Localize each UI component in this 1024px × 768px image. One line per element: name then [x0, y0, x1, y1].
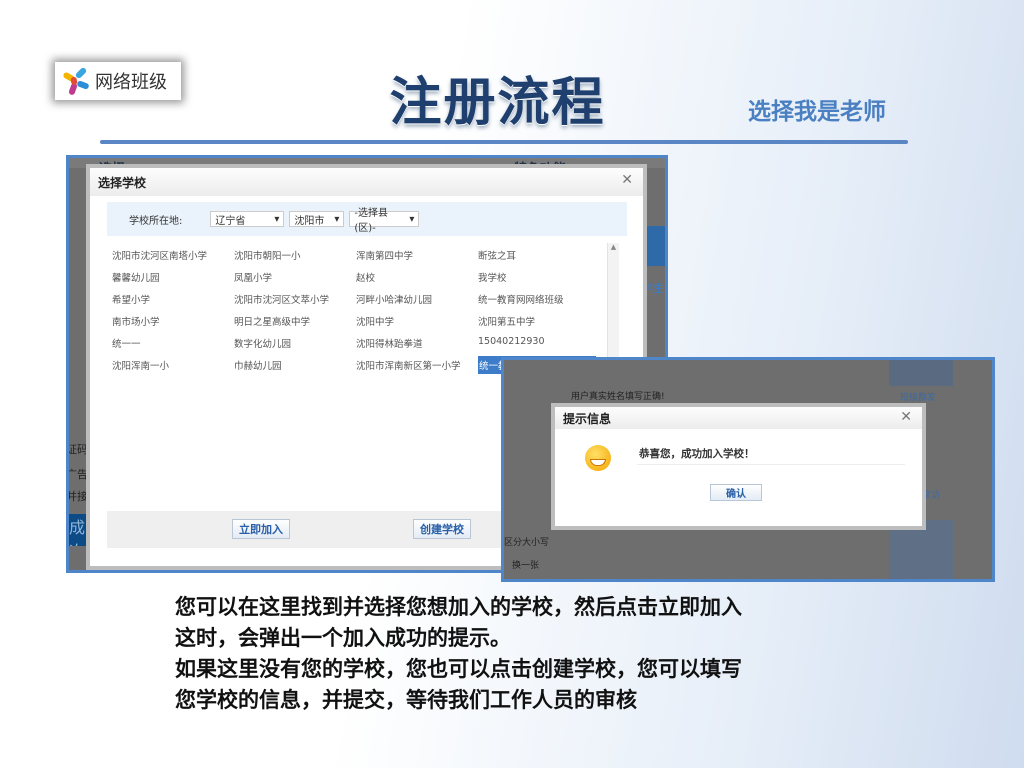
page-subtitle: 选择我是老师 — [748, 99, 886, 125]
school-option[interactable]: 沈阳市沈河区南塔小学 — [112, 248, 207, 262]
success-dialog: 提示信息 ✕ 恭喜您，成功加入学校！ 确认 — [555, 407, 922, 526]
close-icon[interactable]: ✕ — [621, 172, 633, 188]
school-option[interactable]: 统一教育网网络班级 — [478, 292, 564, 306]
province-value: 辽宁省 — [215, 215, 246, 227]
bg-text: 用户真实姓名填写正确! — [571, 392, 665, 402]
dropdown-arrow-icon: ▾ — [409, 213, 415, 225]
school-option[interactable]: 断弦之耳 — [478, 248, 516, 262]
bg-text: 并接 — [66, 490, 88, 503]
bg-text: 班级群发 — [900, 393, 937, 403]
school-option[interactable]: 沈阳市朝阳一小 — [234, 248, 301, 262]
divider — [637, 464, 905, 465]
school-option[interactable]: 希望小学 — [112, 292, 150, 306]
logo-star-icon — [61, 66, 91, 96]
instruction-line: 如果这里没有您的学校，您也可以点击创建学校，您可以填写 — [175, 657, 742, 681]
dialog-title-bar: 选择学校 ✕ — [90, 168, 643, 196]
school-option[interactable]: 河畔小哈津幼儿园 — [356, 292, 432, 306]
bg-text: 区分大小写 — [504, 538, 550, 548]
scrollbar[interactable]: ▲ — [607, 243, 619, 363]
district-select[interactable]: -选择县(区)- ▾ — [349, 208, 420, 234]
instruction-line: 您可以在这里找到并选择您想加入的学校，然后点击立即加入 — [175, 595, 742, 619]
confirm-button[interactable]: 确认 — [710, 484, 762, 501]
group-message-icon — [889, 360, 953, 386]
dialog-title-bar: 提示信息 ✕ — [555, 407, 922, 429]
school-option[interactable]: 沈阳得林跆拳道 — [356, 336, 423, 350]
title-divider — [100, 140, 908, 144]
school-option[interactable]: 统一一 — [112, 336, 141, 350]
bg-text: 家访 — [922, 491, 941, 501]
dropdown-arrow-icon: ▾ — [334, 213, 340, 225]
school-option[interactable]: 明日之星高级中学 — [234, 314, 310, 328]
school-option[interactable]: 15040212930 — [478, 336, 545, 347]
dialog-title: 选择学校 — [98, 175, 147, 190]
bg-text: 学生 — [642, 282, 664, 295]
success-screenshot: 用户真实姓名填写正确! 区分大小写 换一张 班级群发 家访 提示信息 ✕ 恭喜您… — [501, 357, 995, 582]
video-icon — [889, 520, 953, 579]
school-option[interactable]: 巾赫幼儿园 — [234, 358, 282, 372]
location-filter: 学校所在地: 辽宁省 ▾ 沈阳市 ▾ -选择县(区)- ▾ — [107, 202, 627, 236]
school-option[interactable]: 赵校 — [356, 270, 375, 284]
instructions: 您可以在这里找到并选择您想加入的学校，然后点击立即加入 这时，会弹出一个加入成功… — [175, 592, 742, 716]
page-title: 注册流程 — [389, 73, 606, 133]
instruction-line: 您学校的信息，并提交，等待我们工作人员的审核 — [175, 688, 637, 712]
province-select[interactable]: 辽宁省 ▾ — [210, 211, 285, 227]
logo: 网络班级 — [55, 62, 181, 100]
bg-text: 广告 — [66, 468, 88, 481]
logo-text: 网络班级 — [95, 72, 167, 93]
smiley-icon — [585, 445, 611, 471]
school-option[interactable]: 凤凰小学 — [234, 270, 272, 284]
success-message: 恭喜您，成功加入学校！ — [639, 448, 755, 460]
create-school-button[interactable]: 创建学校 — [413, 519, 471, 539]
school-option[interactable]: 沈阳浑南一小 — [112, 358, 169, 372]
district-value: -选择县(区)- — [354, 208, 388, 234]
bg-text: 证码 — [66, 443, 88, 456]
school-option[interactable]: 数字化幼儿园 — [234, 336, 291, 350]
school-option[interactable]: 沈阳中学 — [356, 314, 394, 328]
dropdown-arrow-icon: ▾ — [274, 213, 280, 225]
join-now-button[interactable]: 立即加入 — [232, 519, 290, 539]
school-option[interactable]: 浑南第四中学 — [356, 248, 413, 262]
instruction-line: 这时，会弹出一个加入成功的提示。 — [175, 626, 511, 650]
close-icon[interactable]: ✕ — [900, 409, 912, 425]
location-label: 学校所在地: — [129, 215, 183, 227]
school-option[interactable]: 南市场小学 — [112, 314, 160, 328]
school-option[interactable]: 沈阳市沈河区文萃小学 — [234, 292, 329, 306]
school-option[interactable]: 馨馨幼儿园 — [112, 270, 160, 284]
bg-button: 成次 — [69, 514, 87, 546]
city-value: 沈阳市 — [294, 215, 325, 227]
school-option[interactable]: 沈阳第五中学 — [478, 314, 535, 328]
school-option[interactable]: 沈阳市浑南新区第一小学 — [356, 358, 461, 372]
city-select[interactable]: 沈阳市 ▾ — [289, 211, 345, 227]
bg-text: 换一张 — [512, 561, 540, 571]
avatar-icon — [641, 226, 665, 266]
dialog-title: 提示信息 — [563, 411, 612, 426]
school-option[interactable]: 我学校 — [478, 270, 507, 284]
